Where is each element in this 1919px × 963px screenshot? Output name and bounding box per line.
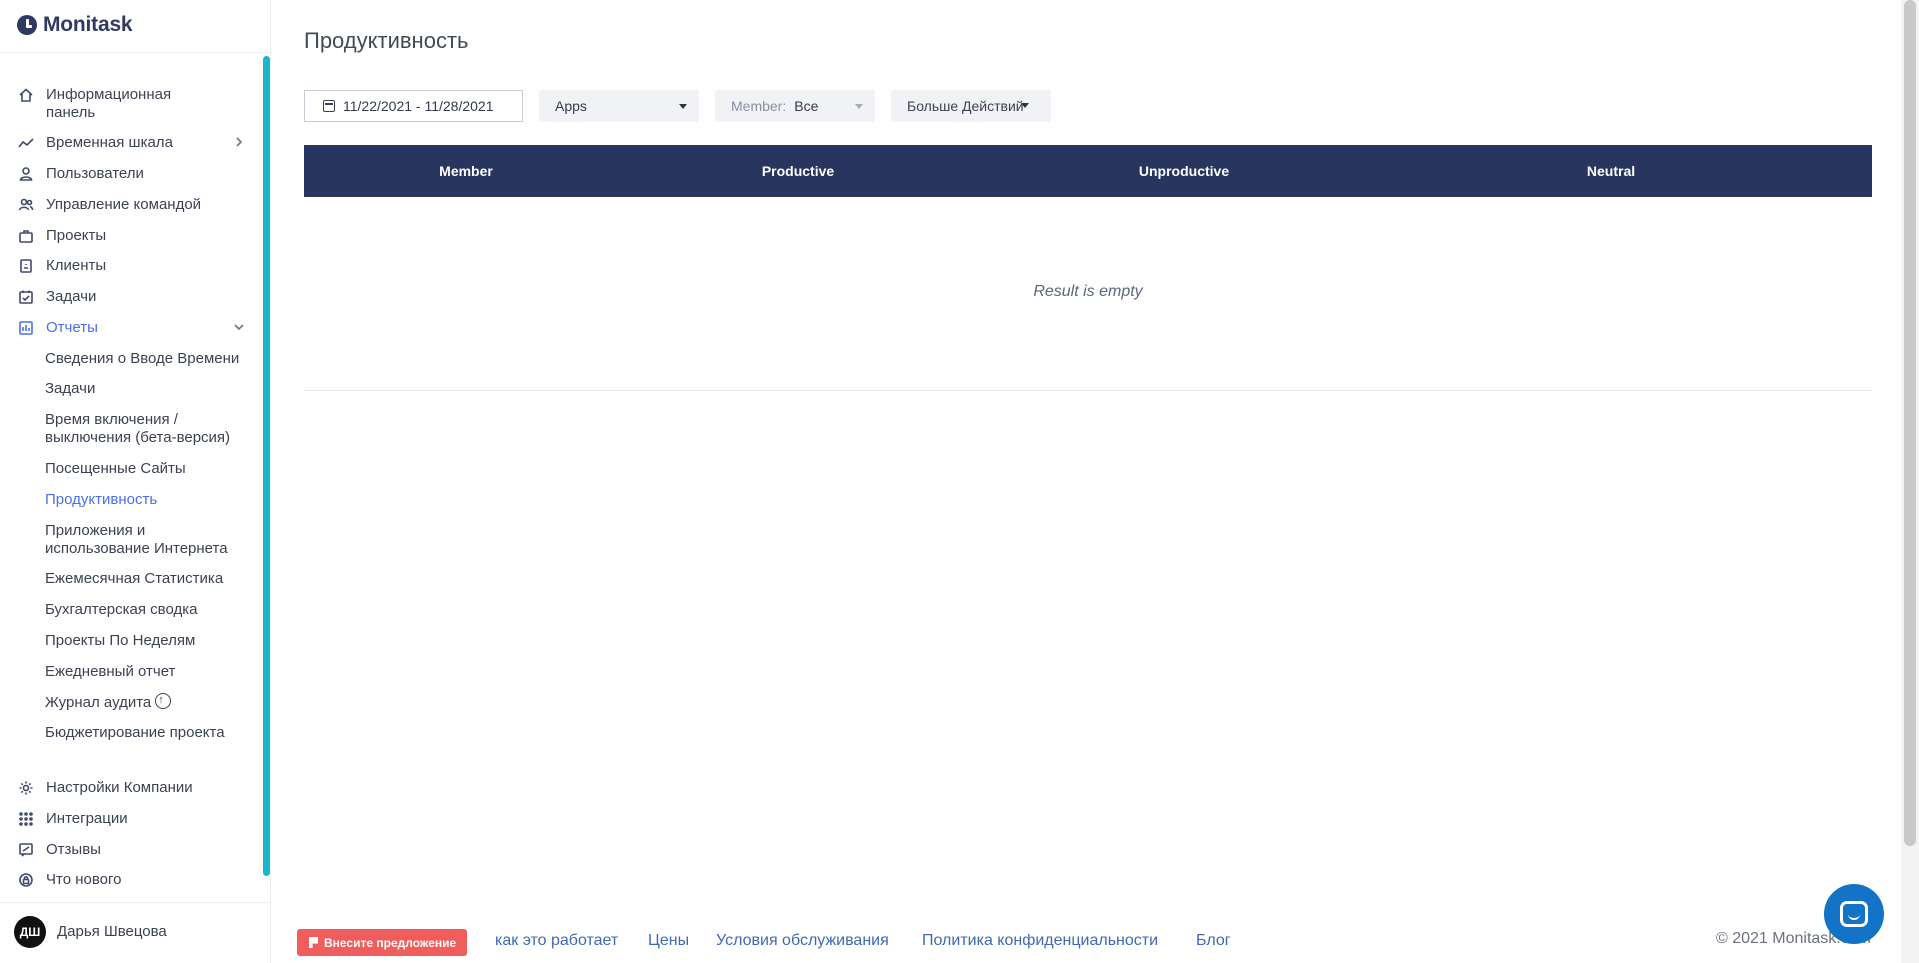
gear-icon: [16, 779, 36, 797]
sidebar-item-timeline[interactable]: Временная шкала: [16, 134, 246, 152]
type-select[interactable]: Apps: [539, 90, 699, 122]
grid-icon: [16, 810, 36, 828]
sidebar-subitem-visited-sites[interactable]: Посещенные Сайты: [45, 460, 255, 478]
sidebar-item-label: Отчеты: [46, 319, 98, 336]
lock-icon: [16, 871, 36, 889]
sidebar-subitem-tasks[interactable]: Задачи: [45, 380, 255, 398]
sidebar-item-label: Отзывы: [46, 841, 101, 858]
caret-down-icon: [679, 104, 687, 109]
user-profile[interactable]: ДШ Дарья Швецова: [0, 902, 271, 963]
date-range-picker[interactable]: 11/22/2021 - 11/28/2021: [304, 90, 523, 122]
avatar: ДШ: [14, 916, 46, 948]
sidebar-scrollbar[interactable]: [263, 56, 270, 876]
column-header-member[interactable]: Member: [439, 163, 493, 179]
main-scrollbar-thumb[interactable]: [1904, 0, 1916, 846]
upgrade-arrow-icon: [155, 691, 172, 709]
flag-icon: [309, 937, 318, 948]
table-header: Member Productive Unproductive Neutral: [304, 145, 1872, 197]
chat-icon: [1840, 901, 1868, 927]
sidebar-subitem-accounting-summary[interactable]: Бухгалтерская сводка: [45, 601, 255, 619]
timeline-icon: [16, 134, 36, 152]
member-select-value: Все: [794, 98, 819, 114]
user-name: Дарья Швецова: [57, 923, 167, 940]
sidebar-subitem-label: Журнал аудита: [45, 694, 152, 711]
sidebar-item-label: Клиенты: [46, 257, 107, 274]
clients-icon: [16, 257, 36, 275]
footer-link-blog[interactable]: Блог: [1196, 932, 1231, 950]
sidebar-subitem-audit-log[interactable]: Журнал аудита: [45, 691, 255, 712]
footer-link-pricing[interactable]: Цены: [648, 932, 689, 950]
column-header-unproductive[interactable]: Unproductive: [1139, 163, 1229, 179]
table-bottom-border: [304, 390, 1872, 391]
sidebar-item-projects[interactable]: Проекты: [16, 227, 246, 245]
chevron-down-icon: [232, 320, 246, 336]
team-icon: [16, 196, 36, 214]
sidebar-subitem-apps-internet[interactable]: Приложения и использование Интернета: [45, 522, 235, 558]
sidebar-item-label: Что нового: [46, 871, 122, 888]
sidebar-subitem-weekly-projects[interactable]: Проекты По Неделям: [45, 632, 255, 650]
chat-launcher-button[interactable]: [1824, 884, 1884, 944]
column-header-productive[interactable]: Productive: [762, 163, 834, 179]
footer-link-terms[interactable]: Условия обслуживания: [716, 932, 889, 950]
date-range-value: 11/22/2021 - 11/28/2021: [343, 98, 494, 114]
more-actions-label: Больше Действий: [907, 98, 1024, 114]
member-select-label: Member:: [731, 98, 787, 114]
caret-down-icon: [855, 104, 863, 109]
sidebar-item-feedback[interactable]: Отзывы: [16, 841, 246, 859]
sidebar-item-label: Информационная панель: [46, 86, 172, 121]
sidebar-item-clients[interactable]: Клиенты: [16, 257, 246, 275]
type-select-value: Apps: [555, 98, 587, 114]
sidebar-item-reports[interactable]: Отчеты: [16, 319, 246, 337]
sidebar-item-label: Пользователи: [46, 165, 144, 182]
suggest-feature-button[interactable]: Внесите предложение: [297, 929, 468, 956]
sidebar-item-label: Проекты: [46, 227, 107, 244]
sidebar-item-label: Задачи: [46, 288, 97, 305]
sidebar-item-tasks[interactable]: Задачи: [16, 288, 246, 306]
app-name: Monitask: [43, 13, 133, 36]
suggest-feature-label: Внесите предложение: [324, 935, 457, 950]
sidebar-subitem-on-off-time[interactable]: Время включения / выключения (бета-верси…: [45, 411, 235, 447]
empty-state-text: Result is empty: [1033, 283, 1143, 300]
member-select[interactable]: Member: Все: [715, 90, 875, 122]
footer-link-how-it-works[interactable]: как это работает: [495, 932, 618, 950]
sidebar-subitem-time-entries[interactable]: Сведения о Вводе Времени: [45, 350, 255, 368]
home-icon: [16, 86, 36, 104]
sidebar-item-dashboard[interactable]: Информационная панель: [16, 86, 246, 122]
sidebar-item-company-settings[interactable]: Настройки Компании: [16, 779, 246, 797]
sidebar-item-label: Интеграции: [46, 810, 128, 827]
sidebar-item-label: Временная шкала: [46, 134, 173, 151]
calendar-icon: [323, 100, 335, 112]
column-header-neutral[interactable]: Neutral: [1587, 163, 1635, 179]
sidebar-subitem-productivity[interactable]: Продуктивность: [45, 491, 255, 509]
sidebar: Monitask Информационная панель Временная…: [0, 0, 271, 963]
footer-link-privacy[interactable]: Политика конфиденциальности: [922, 932, 1158, 950]
chevron-right-icon: [232, 135, 246, 151]
tasks-icon: [16, 288, 36, 306]
briefcase-icon: [16, 227, 36, 245]
feedback-icon: [16, 841, 36, 859]
sidebar-subitem-daily-report[interactable]: Ежедневный отчет: [45, 663, 255, 681]
divider: [0, 52, 271, 53]
sidebar-subitem-project-budgeting[interactable]: Бюджетирование проекта: [45, 724, 255, 742]
sidebar-item-users[interactable]: Пользователи: [16, 165, 246, 183]
sidebar-item-integrations[interactable]: Интеграции: [16, 810, 246, 828]
more-actions-select[interactable]: Больше Действий: [891, 90, 1051, 122]
sidebar-item-team[interactable]: Управление командой: [16, 196, 246, 214]
monitask-logo-icon: [17, 15, 37, 35]
caret-down-icon: [1021, 103, 1029, 108]
reports-icon: [16, 319, 36, 337]
sidebar-item-label: Настройки Компании: [46, 779, 193, 796]
user-icon: [16, 165, 36, 183]
logo[interactable]: Monitask: [17, 12, 133, 38]
sidebar-subitem-monthly-stats[interactable]: Ежемесячная Статистика: [45, 570, 255, 588]
page-title: Продуктивность: [304, 28, 469, 53]
sidebar-item-label: Управление командой: [46, 196, 202, 213]
sidebar-item-whats-new[interactable]: Что нового: [16, 871, 246, 889]
